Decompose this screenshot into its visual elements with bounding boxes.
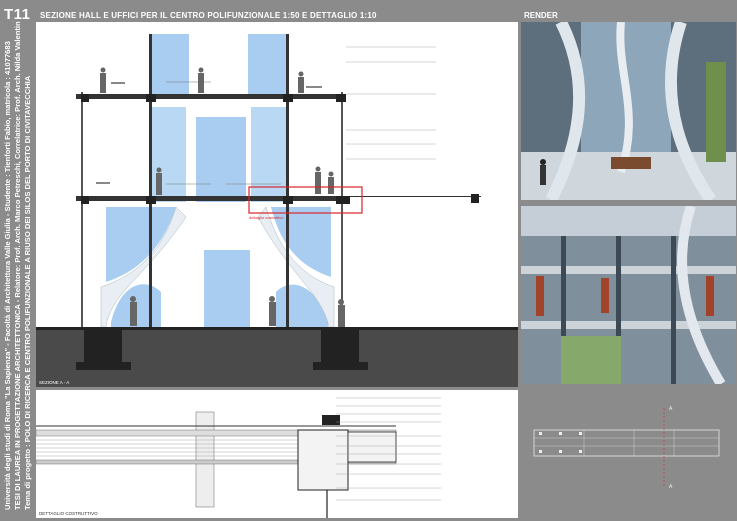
glass-panel xyxy=(251,107,286,202)
desk xyxy=(111,82,125,84)
glass-lower-center xyxy=(204,250,250,328)
glass-panel xyxy=(151,34,189,94)
column xyxy=(149,34,152,329)
beam xyxy=(146,94,156,102)
glass-panel xyxy=(248,34,286,94)
column xyxy=(286,34,289,329)
credits-line-2: TESI DI LAUREA IN PROGETTAZIONE ARCHITET… xyxy=(13,21,22,510)
board-title: SEZIONE HALL E UFFICI PER IL CENTRO POLI… xyxy=(40,11,377,20)
desk xyxy=(306,86,322,88)
credits-line-1: Università degli studi di Roma "La Sapie… xyxy=(3,41,12,510)
column xyxy=(341,92,343,329)
vertical-credits: Università degli studi di Roma "La Sapie… xyxy=(3,21,33,510)
slab-middle xyxy=(76,196,346,201)
footing-left xyxy=(76,362,131,370)
detail-beam-ext xyxy=(347,431,397,463)
column xyxy=(81,92,83,329)
render-title: RENDER xyxy=(524,11,558,20)
beam xyxy=(283,94,293,102)
beam xyxy=(336,94,346,102)
desk xyxy=(96,182,110,184)
plan-marker-a-bottom: A xyxy=(669,484,673,490)
detail-drawing: DETTAGLIO COSTRUTTIVO xyxy=(36,390,518,518)
annotation-leaders xyxy=(346,46,436,160)
credits-line-3: Tema di progetto : POLO DI RICERCA E CEN… xyxy=(23,75,32,510)
section-label: SEZIONE A - A xyxy=(39,380,69,385)
foundation-left xyxy=(84,327,122,367)
beam xyxy=(81,196,89,204)
detail-tag: dettaglio costruttivo xyxy=(249,215,284,220)
slab-end xyxy=(471,194,479,203)
detail-label: DETTAGLIO COSTRUTTIVO xyxy=(39,511,98,516)
beam xyxy=(336,196,350,204)
plan-marker-a-top: A xyxy=(669,406,673,412)
detail-plate xyxy=(322,415,340,425)
foundation-right xyxy=(321,327,359,367)
render-image-2 xyxy=(521,206,736,384)
plan-drawing: A A xyxy=(533,406,720,490)
beam xyxy=(146,196,156,204)
render-image-1 xyxy=(521,22,736,200)
slab-upper xyxy=(76,94,346,99)
section-drawing: dettaglio costruttivo SEZIONE A - A xyxy=(36,22,518,387)
beam xyxy=(81,94,89,102)
glass-panel xyxy=(196,117,246,202)
footing-right xyxy=(313,362,368,370)
slab-extension xyxy=(346,196,481,197)
detail-beam xyxy=(297,429,349,491)
beam xyxy=(283,196,293,204)
